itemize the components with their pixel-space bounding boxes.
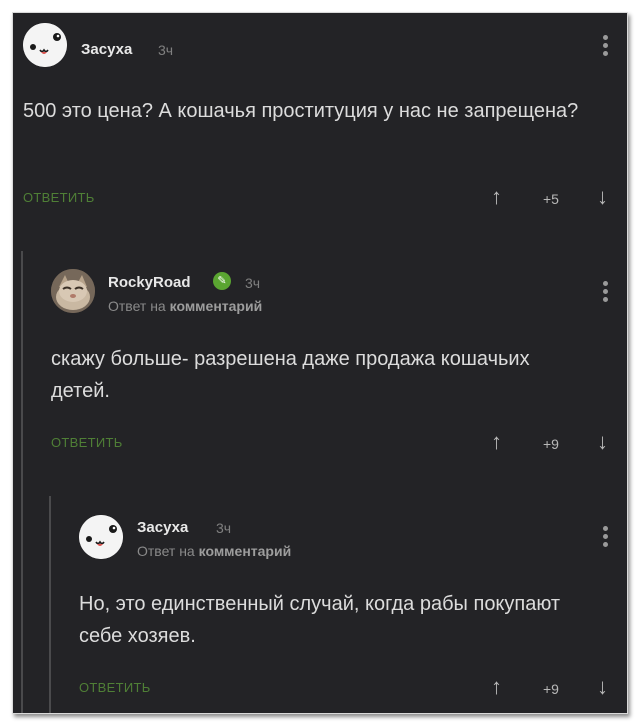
reply-prefix: Ответ на <box>137 543 195 559</box>
upvote-arrow-icon[interactable]: ↑ <box>491 431 502 453</box>
more-options-icon[interactable] <box>603 526 609 550</box>
reply-button[interactable]: ОТВЕТИТЬ <box>51 435 123 450</box>
author-name[interactable]: Засуха <box>137 519 188 536</box>
comment-text: Но, это единственный случай, когда рабы … <box>79 593 561 647</box>
reply-to-label: Ответ на комментарий <box>108 298 262 314</box>
downvote-arrow-icon[interactable]: ↓ <box>597 186 608 208</box>
reply-button[interactable]: ОТВЕТИТЬ <box>79 680 151 695</box>
author-name[interactable]: RockyRoad <box>108 274 191 291</box>
cat-photo-icon <box>51 269 95 313</box>
upvote-arrow-icon[interactable]: ↑ <box>491 676 502 698</box>
reply-prefix: Ответ на <box>108 298 166 314</box>
reply-to-label: Ответ на комментарий <box>137 543 291 559</box>
smiley-face-icon <box>79 515 123 559</box>
smiley-face-icon <box>23 23 67 67</box>
comment-rating: +9 <box>543 436 559 452</box>
comment-text: 500 это цена? А кошачья проституция у на… <box>23 100 579 122</box>
downvote-arrow-icon[interactable]: ↓ <box>597 676 608 698</box>
comment-text: скажу больше- разрешена даже продажа кош… <box>51 348 530 402</box>
downvote-arrow-icon[interactable]: ↓ <box>597 431 608 453</box>
avatar[interactable] <box>23 23 67 67</box>
reply-target-link[interactable]: комментарий <box>170 298 263 314</box>
upvote-arrow-icon[interactable]: ↑ <box>491 186 502 208</box>
thread-line[interactable] <box>21 251 23 713</box>
author-name[interactable]: Засуха <box>81 41 132 58</box>
comment-time: 3ч <box>245 275 261 291</box>
avatar[interactable] <box>79 515 123 559</box>
more-options-icon[interactable] <box>603 281 609 305</box>
comment-time: 3ч <box>216 520 232 536</box>
comment-rating: +9 <box>543 681 559 697</box>
comment-thread: Засуха 3ч 500 это цена? А кошачья прости… <box>12 12 628 714</box>
comment-time: 3ч <box>158 42 174 58</box>
pencil-icon: ✎ <box>213 272 231 290</box>
reply-button[interactable]: ОТВЕТИТЬ <box>23 190 95 205</box>
thread-line[interactable] <box>49 496 51 713</box>
avatar[interactable] <box>51 269 95 313</box>
comment-rating: +5 <box>543 191 559 207</box>
more-options-icon[interactable] <box>603 35 609 59</box>
reply-target-link[interactable]: комментарий <box>199 543 292 559</box>
